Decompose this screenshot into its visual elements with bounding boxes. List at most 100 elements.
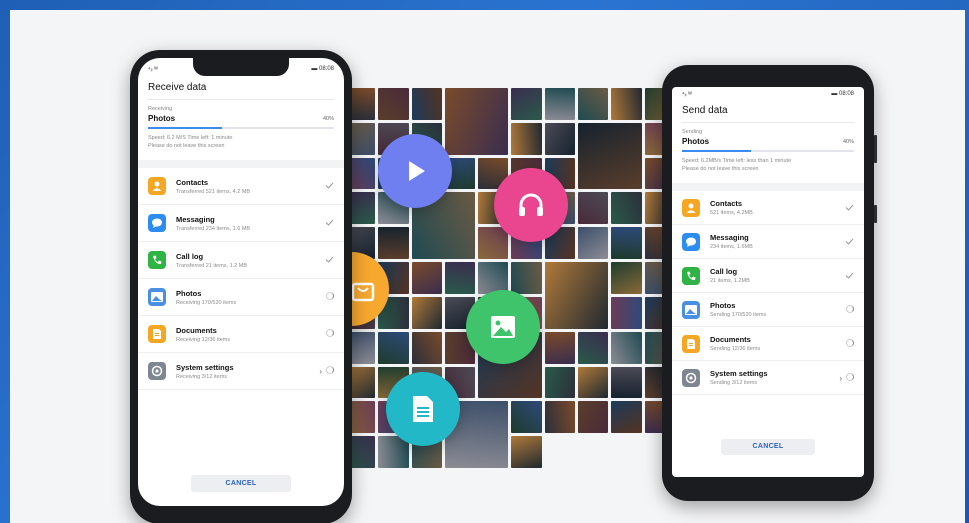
list-item[interactable]: Contacts 521 items, 4.2MB xyxy=(672,191,864,226)
progress-bar xyxy=(682,150,854,152)
item-detail: Sending 170/520 items xyxy=(710,312,767,319)
phone-notch xyxy=(193,58,289,76)
contacts-icon xyxy=(682,198,700,217)
list-item[interactable]: Photos Receiving 170/520 items xyxy=(138,279,344,317)
system-settings-icon xyxy=(682,368,700,387)
volume-button xyxy=(874,135,877,163)
cancel-button[interactable]: CANCEL xyxy=(721,439,815,455)
section-gap xyxy=(138,160,344,169)
list-item[interactable]: Photos Sending 170/520 items xyxy=(672,293,864,328)
photo-thumbnail xyxy=(544,122,576,155)
documents-icon xyxy=(148,325,166,344)
item-name: System settings xyxy=(710,369,768,379)
item-text: Call log Transferred 21 items, 1.2 MB xyxy=(176,252,314,269)
item-detail: Sending 3/12 items xyxy=(710,380,758,387)
photo-thumbnail xyxy=(378,88,409,120)
photo-thumbnail xyxy=(411,296,442,329)
page-title: Send data xyxy=(682,105,728,116)
power-button xyxy=(874,205,877,223)
receive-screen: ⁴ᵢₗ ᵂ ▬ 08:08 Receive data Receiving Pho… xyxy=(138,58,344,506)
item-detail: 521 items, 4.2MB xyxy=(710,210,753,217)
headphones-bubble xyxy=(494,168,568,242)
photo-thumbnail xyxy=(578,401,609,434)
list-item[interactable]: Call log Transferred 21 items, 1.2 MB xyxy=(138,242,344,280)
photo-thumbnail xyxy=(578,122,642,190)
headphones-icon xyxy=(519,193,543,216)
photo-thumbnail xyxy=(611,331,642,364)
chevron-right-icon[interactable]: › xyxy=(319,367,322,376)
item-text: Photos Receiving 170/520 items xyxy=(176,289,314,306)
photo-thumbnail xyxy=(611,296,642,329)
item-name: System settings xyxy=(176,362,234,372)
progress-label: Sending xyxy=(682,129,703,135)
transfer-list: Contacts 521 items, 4.2MB Messaging 234 ite… xyxy=(672,191,864,396)
image-bubble xyxy=(466,290,540,364)
chevron-right-icon[interactable]: › xyxy=(839,374,842,383)
call-log-icon xyxy=(148,251,166,270)
list-item[interactable]: System settings Sending 3/12 items › xyxy=(672,361,864,396)
list-item[interactable]: Call log 21 items, 1.2MB xyxy=(672,259,864,294)
item-name: Contacts xyxy=(710,199,743,209)
item-text: Messaging 234 items, 1.6MB xyxy=(710,233,834,250)
progress-item-name: Photos xyxy=(148,114,176,123)
progress-item-name: Photos xyxy=(682,137,710,146)
progress-percent: 40% xyxy=(322,115,334,122)
photo-thumbnail xyxy=(478,227,509,260)
progress-label: Receiving xyxy=(148,106,173,112)
photo-thumbnail xyxy=(578,192,609,225)
photo-thumbnail xyxy=(578,366,609,399)
photo-thumbnail xyxy=(611,192,642,225)
loading-spinner-icon: › xyxy=(828,372,854,383)
item-name: Call log xyxy=(176,251,204,261)
signal-indicator: ⁴ᵢₗ ᵂ xyxy=(148,66,158,73)
check-icon xyxy=(834,237,854,247)
item-text: Messaging Transferred 234 items, 1.6 MB xyxy=(176,215,314,232)
section-gap xyxy=(672,183,864,192)
call-log-icon xyxy=(682,266,700,285)
item-detail: 21 items, 1.2MB xyxy=(710,278,750,285)
signal-indicator: ⁴ᵢₗ ᵂ xyxy=(682,91,692,98)
item-text: System settings Sending 3/12 items xyxy=(710,369,828,386)
item-name: Call log xyxy=(710,267,738,277)
photo-thumbnail xyxy=(544,331,576,364)
battery-time: ▬ 08:08 xyxy=(311,66,334,72)
list-item[interactable]: Contacts Transferred 521 items, 4.2 MB xyxy=(138,168,344,206)
list-item[interactable]: Messaging 234 items, 1.6MB xyxy=(672,225,864,260)
photo-thumbnail xyxy=(511,122,542,155)
item-text: Call log 21 items, 1.2MB xyxy=(710,267,834,284)
transfer-progress: Receiving Photos 40% Speed: 6.2 M/S Time… xyxy=(138,100,344,154)
item-name: Photos xyxy=(176,288,202,298)
item-detail: 234 items, 1.6MB xyxy=(710,244,753,251)
list-item[interactable]: System settings Receiving 3/12 items › xyxy=(138,353,344,391)
item-detail: Receiving 12/36 items xyxy=(176,336,231,343)
item-name: Contacts xyxy=(176,177,209,187)
item-name: Documents xyxy=(176,325,217,335)
item-detail: Receiving 170/520 items xyxy=(176,299,237,306)
photo-thumbnail xyxy=(378,331,409,364)
photo-thumbnail xyxy=(511,88,542,120)
photo-thumbnail xyxy=(411,331,442,364)
photo-thumbnail xyxy=(611,262,642,294)
photo-thumbnail xyxy=(411,88,442,120)
progress-bar xyxy=(148,127,334,129)
document-icon xyxy=(413,396,433,422)
photo-thumbnail xyxy=(378,227,409,260)
item-detail: Sending 12/36 items xyxy=(710,346,761,353)
cancel-button[interactable]: CANCEL xyxy=(191,475,291,492)
photo-thumbnail xyxy=(511,436,542,468)
list-item[interactable]: Messaging Transferred 234 items, 1.6 MB xyxy=(138,205,344,243)
speed-text: Speed: 6.2 M/S Time left: 1 minute xyxy=(148,135,233,141)
page-title: Receive data xyxy=(148,82,207,93)
item-name: Photos xyxy=(710,301,736,311)
document-bubble xyxy=(386,372,460,446)
item-text: Contacts 521 items, 4.2MB xyxy=(710,199,834,216)
list-item[interactable]: Documents Receiving 12/36 items xyxy=(138,316,344,354)
photo-thumbnail xyxy=(544,366,576,399)
list-item[interactable]: Documents Sending 12/36 items xyxy=(672,327,864,362)
progress-fill xyxy=(148,127,223,129)
loading-spinner-icon xyxy=(314,329,334,339)
check-icon xyxy=(834,271,854,281)
photo-thumbnail xyxy=(511,262,542,294)
transfer-list: Contacts Transferred 521 items, 4.2 MB Mes… xyxy=(138,168,344,391)
speed-text: Speed: 6.2MB/s Time left: less than 1 mi… xyxy=(682,158,792,164)
